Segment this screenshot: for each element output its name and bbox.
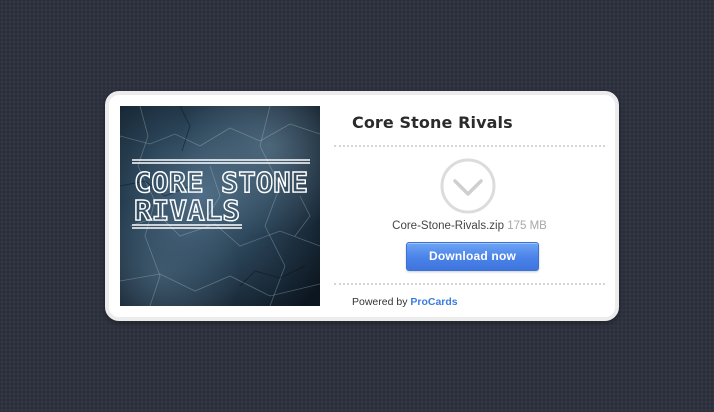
divider-top (334, 145, 605, 147)
download-button[interactable]: Download now (406, 242, 539, 271)
procards-link[interactable]: ProCards (410, 296, 457, 308)
card-inner: CORE STONE RIVALS Core Stone Rivals Core… (109, 95, 615, 317)
album-cover: CORE STONE RIVALS (120, 106, 320, 306)
powered-by: Powered by ProCards (352, 296, 458, 308)
file-info-line: Core-Stone-Rivals.zip 175 MB (334, 220, 605, 232)
file-size: 175 MB (507, 220, 547, 232)
download-card: CORE STONE RIVALS Core Stone Rivals Core… (105, 91, 619, 321)
chevron-down-circle-icon[interactable] (439, 157, 497, 215)
powered-by-text: Powered by (352, 296, 408, 308)
card-title: Core Stone Rivals (352, 113, 513, 132)
cover-title-line2: RIVALS (134, 194, 240, 227)
file-name: Core-Stone-Rivals.zip (392, 220, 504, 232)
file-info-panel: Core Stone Rivals Core-Stone-Rivals.zip … (334, 95, 605, 317)
divider-bottom (334, 283, 605, 285)
